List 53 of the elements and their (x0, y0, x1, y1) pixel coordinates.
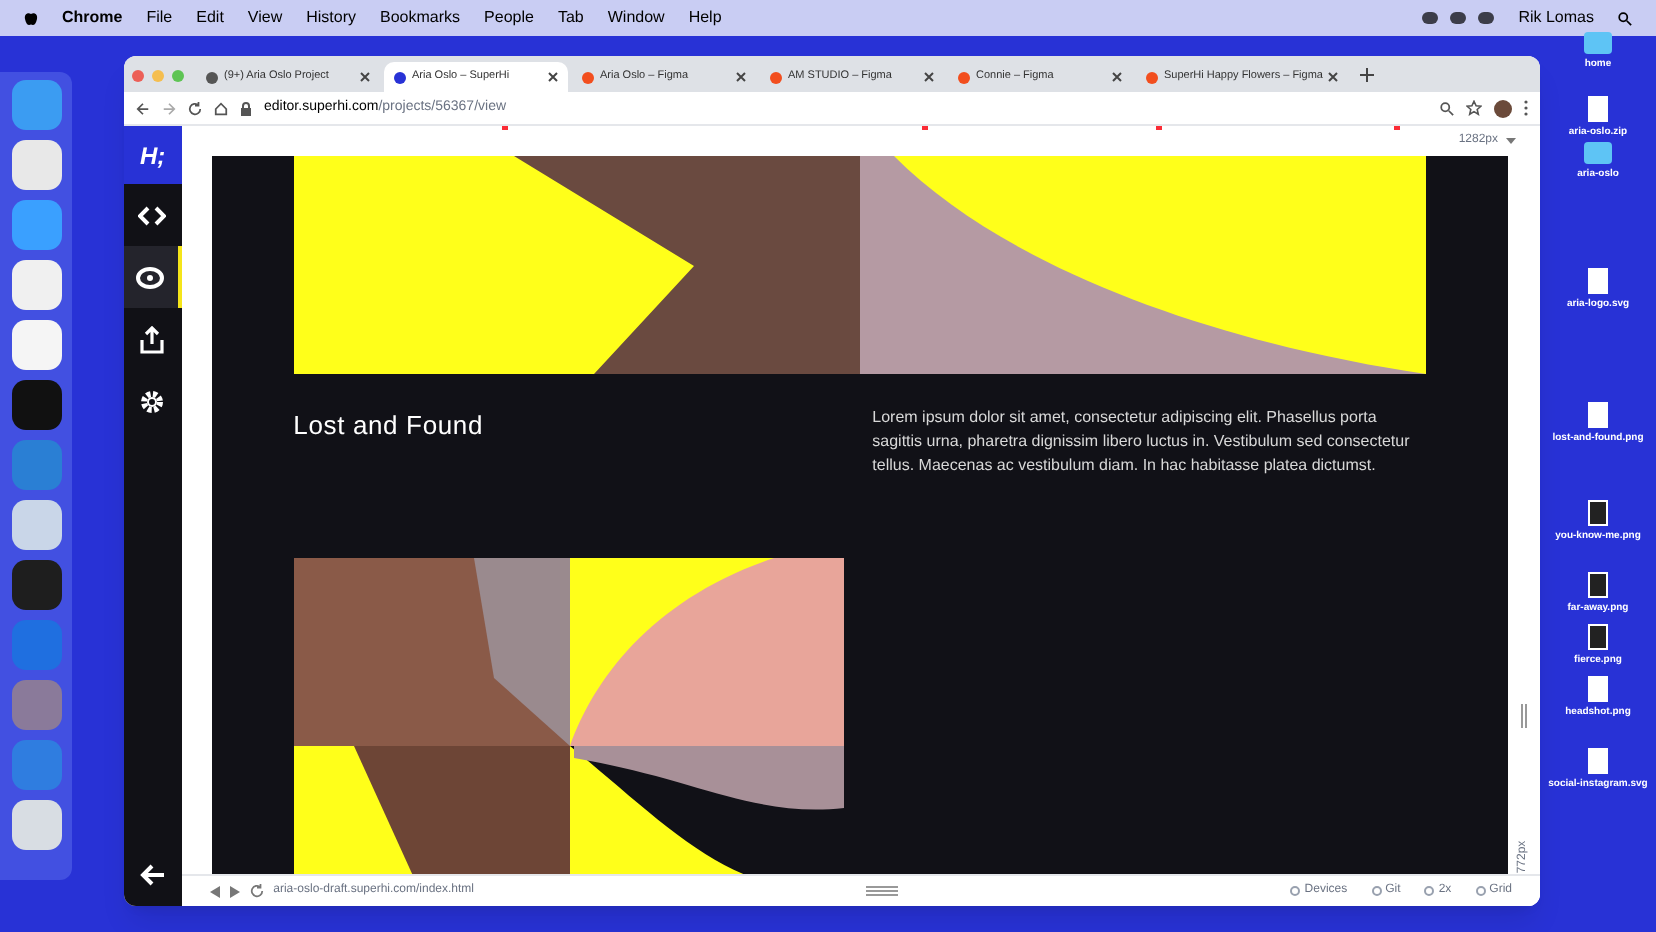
app-icon[interactable] (11, 260, 61, 310)
app-icon[interactable] (11, 380, 61, 430)
menu-item[interactable]: Help (688, 6, 722, 30)
reload-icon[interactable] (188, 101, 202, 115)
app-icon[interactable] (11, 140, 61, 190)
image-file-icon[interactable] (1588, 500, 1608, 526)
back-arrow-icon[interactable] (139, 864, 166, 886)
search-icon[interactable] (1618, 11, 1632, 25)
settings-icon (138, 387, 167, 415)
image-file-icon[interactable] (1588, 572, 1608, 598)
menu-item[interactable]: Window (607, 6, 665, 30)
caret-icon[interactable] (1506, 138, 1516, 144)
reload-icon[interactable] (249, 884, 264, 898)
menu-item[interactable]: Tab (557, 6, 584, 30)
forward-icon[interactable] (229, 885, 240, 897)
menu-item[interactable]: View (247, 6, 283, 30)
logo[interactable]: H; (124, 126, 182, 184)
eye-icon (136, 263, 165, 291)
new-tab-icon[interactable] (1360, 67, 1375, 81)
close-icon[interactable] (736, 72, 746, 82)
app-icon[interactable] (11, 800, 61, 850)
app-icon[interactable] (11, 500, 61, 550)
code-icon (138, 201, 167, 229)
share-icon (138, 325, 167, 353)
avatar[interactable] (1494, 99, 1512, 117)
close-icon[interactable] (1328, 72, 1339, 82)
close-icon[interactable] (924, 72, 934, 82)
apple-icon[interactable] (24, 10, 38, 26)
body-paragraph: Lorem ipsum dolor sit amet, consectetur adipiscing elit. Phasellus porta sagittis urna, pharetra dignissim libero luctus in. Vestibulum sed consectetur tellus. Maecenas ac vestibulum diam. In hac habitasse platea dictumst. (872, 406, 1412, 478)
image-file-icon[interactable] (1588, 624, 1608, 650)
close-light[interactable] (132, 70, 144, 82)
star-icon[interactable] (1466, 100, 1482, 116)
resize-handle-icon[interactable] (1519, 704, 1528, 728)
close-icon[interactable] (548, 72, 558, 82)
drag-handle-icon[interactable] (866, 886, 899, 896)
close-icon[interactable] (1112, 72, 1122, 82)
menu-item[interactable]: File (146, 6, 173, 30)
menu-item[interactable]: People (484, 6, 534, 30)
app-icon[interactable] (11, 320, 61, 370)
menu-item[interactable]: History (306, 6, 357, 30)
menu-item[interactable]: Bookmarks (380, 6, 461, 30)
app-icon[interactable] (11, 560, 61, 610)
home-icon[interactable] (214, 101, 228, 115)
back-icon[interactable] (209, 885, 220, 897)
back-icon[interactable] (136, 101, 150, 115)
section-heading: Lost and Found (293, 408, 486, 444)
menu-item[interactable]: Edit (196, 6, 224, 30)
lock-icon (240, 101, 252, 115)
zoom-icon[interactable] (1440, 101, 1454, 115)
sidebar-button[interactable] (124, 246, 182, 308)
close-icon[interactable] (360, 72, 370, 82)
app-menu[interactable]: Chrome (62, 6, 123, 30)
user-name[interactable]: Rik Lomas (1518, 6, 1594, 30)
